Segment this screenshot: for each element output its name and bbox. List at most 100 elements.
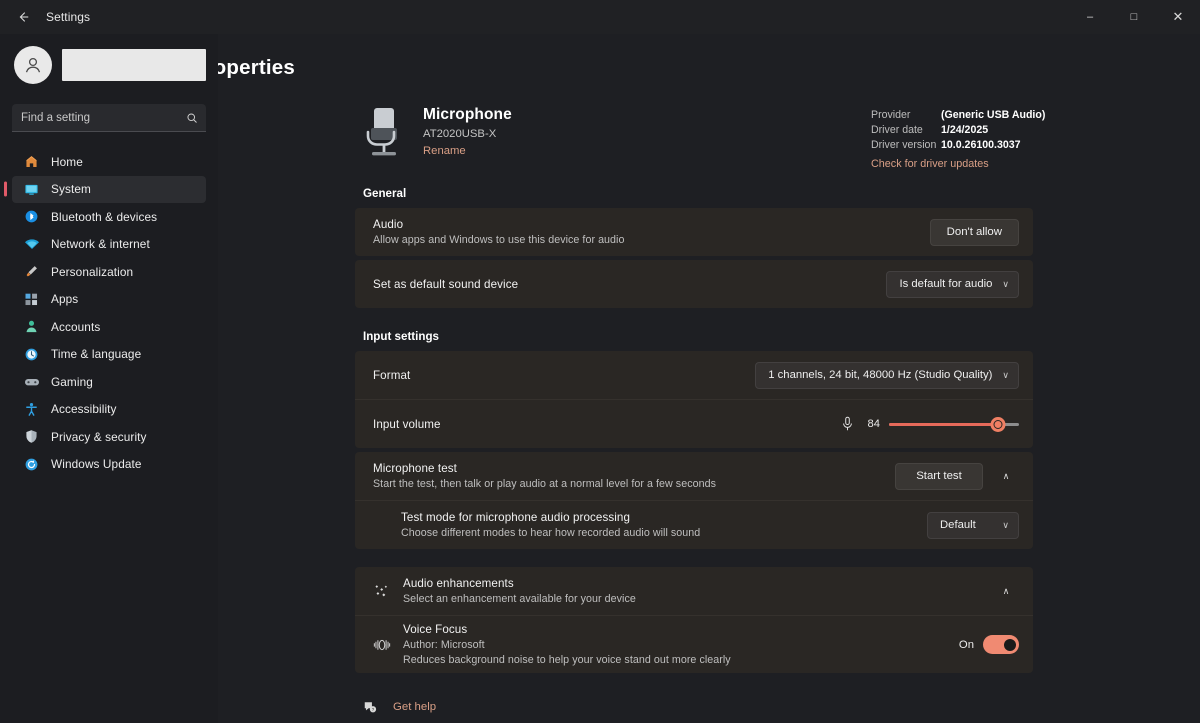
test-mode-actions: Default ∨ xyxy=(927,511,1019,539)
clock-globe-icon xyxy=(23,346,40,363)
format-title: Format xyxy=(373,368,411,382)
chevron-up-icon[interactable]: ∧ xyxy=(993,578,1019,604)
audio-enhancements-subtitle: Select an enhancement available for your… xyxy=(403,593,636,605)
sidebar-item-label: Privacy & security xyxy=(51,429,147,444)
format-text: Format xyxy=(373,362,755,389)
voice-focus-description: Reduces background noise to help your vo… xyxy=(403,654,731,666)
audio-subtitle: Allow apps and Windows to use this devic… xyxy=(373,234,625,246)
home-icon xyxy=(23,153,40,170)
sidebar-item-label: Network & internet xyxy=(51,237,150,251)
microphone-test-row: Microphone test Start the test, then tal… xyxy=(355,452,1033,500)
window-controls: – □ ✕ xyxy=(1068,0,1200,34)
general-cards: Audio Allow apps and Windows to use this… xyxy=(355,208,1033,308)
audio-enhancements-text: Audio enhancements Select an enhancement… xyxy=(403,570,993,612)
input-volume-title: Input volume xyxy=(373,417,441,431)
sidebar-item-personalization[interactable]: Personalization xyxy=(12,258,206,285)
title-bar: Settings – □ ✕ xyxy=(0,0,1200,34)
default-device-dropdown[interactable]: Is default for audio ∨ xyxy=(886,270,1019,298)
apps-grid-icon xyxy=(23,291,40,308)
window-title: Settings xyxy=(46,10,91,24)
gamepad-icon xyxy=(23,373,40,390)
sidebar-item-privacy-security[interactable]: Privacy & security xyxy=(12,423,206,450)
format-actions: 1 channels, 24 bit, 48000 Hz (Studio Qua… xyxy=(755,361,1019,389)
test-mode-dropdown[interactable]: Default ∨ xyxy=(927,511,1019,539)
footer-links: ? Get help Give feedback xyxy=(363,695,1200,723)
device-text-block: Microphone AT2020USB-X Rename xyxy=(423,102,512,157)
sidebar-item-label: Time & language xyxy=(51,347,142,361)
help-question-icon: ? xyxy=(363,700,377,714)
bluetooth-icon xyxy=(23,208,40,225)
chevron-down-icon: ∨ xyxy=(1002,278,1009,289)
test-mode-dropdown-value: Default xyxy=(940,519,976,531)
sidebar-item-label: Gaming xyxy=(51,374,93,389)
audio-enhancements-card: Audio enhancements Select an enhancement… xyxy=(355,567,1033,615)
sidebar-item-bluetooth-devices[interactable]: Bluetooth & devices xyxy=(12,203,206,230)
sidebar-item-apps[interactable]: Apps xyxy=(12,286,206,313)
minimize-button[interactable]: – xyxy=(1068,0,1112,34)
sidebar-nav: Home System Bluetooth & devices Network … xyxy=(12,148,206,478)
driver-date-value: 1/24/2025 xyxy=(941,123,989,136)
close-button[interactable]: ✕ xyxy=(1156,0,1200,34)
accessibility-person-icon xyxy=(23,401,40,418)
general-section-label: General xyxy=(363,187,407,200)
voice-focus-toggle[interactable] xyxy=(983,635,1019,654)
microphone-device-icon xyxy=(355,102,413,162)
microphone-test-card: Microphone test Start the test, then tal… xyxy=(355,452,1033,500)
test-mode-row: Test mode for microphone audio processin… xyxy=(355,501,1033,549)
chevron-down-icon: ∨ xyxy=(1002,519,1009,530)
account-name-redacted xyxy=(62,49,206,81)
format-dropdown[interactable]: 1 channels, 24 bit, 48000 Hz (Studio Qua… xyxy=(755,361,1019,389)
search-input[interactable] xyxy=(12,104,206,132)
driver-provider-label: Provider xyxy=(871,109,911,121)
sidebar-item-accounts[interactable]: Accounts xyxy=(12,313,206,340)
dont-allow-button[interactable]: Don't allow xyxy=(929,218,1019,246)
sidebar-item-label: Bluetooth & devices xyxy=(51,209,158,224)
audio-card: Audio Allow apps and Windows to use this… xyxy=(355,208,1033,256)
audio-title: Audio xyxy=(373,218,404,231)
device-header: Microphone AT2020USB-X Rename Provider (… xyxy=(355,102,1200,170)
sidebar-item-label: Windows Update xyxy=(51,457,142,471)
audio-row: Audio Allow apps and Windows to use this… xyxy=(355,208,1033,256)
test-mode-card: Test mode for microphone audio processin… xyxy=(355,500,1033,549)
driver-provider-value: (Generic USB Audio) xyxy=(941,109,1046,121)
get-help-label: Get help xyxy=(393,700,437,713)
chevron-down-icon: ∨ xyxy=(1002,369,1009,380)
input-volume-control: 84 xyxy=(841,415,1019,433)
update-refresh-icon xyxy=(23,456,40,473)
breadcrumb: System › Sound › Properties xyxy=(218,56,1200,80)
device-model: AT2020USB-X xyxy=(423,128,497,140)
input-settings-section-label: Input settings xyxy=(363,330,439,343)
slider-thumb[interactable] xyxy=(990,416,1006,432)
shield-icon xyxy=(23,428,40,445)
enhancements-sparkle-icon xyxy=(373,583,403,600)
input-volume-value: 84 xyxy=(867,418,880,430)
default-device-dropdown-value: Is default for audio xyxy=(899,278,993,290)
maximize-button[interactable]: □ xyxy=(1112,0,1156,34)
sidebar-item-network-internet[interactable]: Network & internet xyxy=(12,231,206,258)
default-device-title: Set as default sound device xyxy=(373,277,519,291)
sidebar-item-time-language[interactable]: Time & language xyxy=(12,341,206,368)
account-header[interactable] xyxy=(12,42,206,88)
sidebar-item-label: Personalization xyxy=(51,264,134,279)
microphone-icon xyxy=(841,416,854,432)
input-volume-slider[interactable] xyxy=(889,415,1019,433)
sidebar-item-label: Apps xyxy=(51,292,79,306)
start-test-button[interactable]: Start test xyxy=(895,462,983,490)
format-dropdown-value: 1 channels, 24 bit, 48000 Hz (Studio Qua… xyxy=(768,369,993,381)
sidebar-item-home[interactable]: Home xyxy=(12,148,206,175)
sidebar-item-label: Home xyxy=(51,154,83,169)
back-arrow-icon[interactable] xyxy=(8,2,38,32)
audio-enhancements-cards: Audio enhancements Select an enhancement… xyxy=(355,567,1033,673)
chevron-up-icon[interactable]: ∧ xyxy=(993,463,1019,489)
get-help-link[interactable]: ? Get help xyxy=(363,695,1200,718)
default-device-text: Set as default sound device xyxy=(373,271,886,298)
rename-link[interactable]: Rename xyxy=(423,145,512,157)
slider-fill xyxy=(889,422,999,426)
test-mode-subtitle: Choose different modes to hear how recor… xyxy=(401,527,701,539)
check-driver-updates-link[interactable]: Check for driver updates xyxy=(871,157,1045,172)
sidebar-item-system[interactable]: System xyxy=(12,175,206,203)
sidebar-item-gaming[interactable]: Gaming xyxy=(12,368,206,395)
sidebar-item-accessibility[interactable]: Accessibility xyxy=(12,396,206,423)
voice-focus-row: Voice Focus Author: Microsoft Reduces ba… xyxy=(355,616,1033,673)
sidebar-item-windows-update[interactable]: Windows Update xyxy=(12,451,206,478)
